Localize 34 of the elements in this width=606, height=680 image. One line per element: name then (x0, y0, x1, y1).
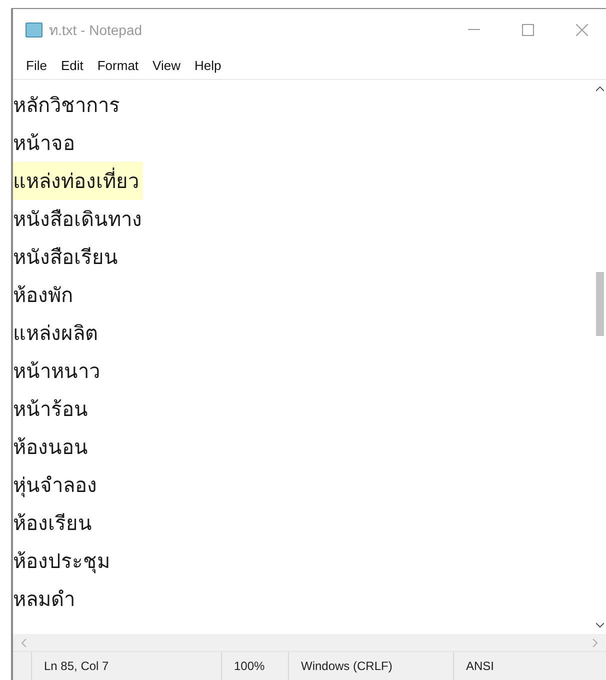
text-line: ห้องนอน (13, 434, 89, 461)
text-line: หุ่นจำลอง (13, 472, 98, 500)
menu-item[interactable]: Format (92, 56, 144, 74)
text-line: หลักวิชาการ (13, 92, 121, 119)
text-line: ห้องเรียน (13, 510, 93, 537)
scroll-down-icon[interactable] (596, 622, 604, 628)
close-icon[interactable] (576, 24, 588, 36)
scroll-left-icon[interactable] (21, 638, 27, 646)
scroll-up-icon[interactable] (596, 86, 604, 92)
text-line: แหล่งผลิต (13, 320, 99, 347)
maximize-icon[interactable] (522, 24, 534, 36)
text-line: หน้าหนาว (13, 358, 101, 385)
minimize-icon[interactable] (468, 29, 480, 31)
text-line: หน้าร้อน (13, 396, 89, 423)
status-text: Ln 85, Col 7 (31, 652, 221, 680)
text-line: หลมดำ (13, 586, 76, 613)
menu-item[interactable]: File (21, 56, 52, 74)
menu-item[interactable]: Edit (56, 56, 88, 74)
text-line: ห้องประชุม (13, 548, 111, 576)
menu-item[interactable]: View (148, 56, 186, 74)
menu-item[interactable]: Help (189, 56, 226, 74)
status-text: ANSI (453, 652, 543, 680)
window-title: ท.txt - Notepad (49, 21, 144, 40)
status-text: 100% (221, 652, 288, 680)
text-line: หนังสือเดินทาง (13, 206, 143, 233)
text-line: หนังสือเรียน (13, 244, 119, 271)
text-area[interactable]: หลักวิชาการ หน้าจอ แหล่งท่องเที่ยว หนังสือเดินทาง หนังสือเรียน ห้องพัก แหล่งผลิต หน้าหนาว หน้าร้อน ห้องนอน หุ่นจำลอง ห้องเรียน ห้องประชุม หลมดำ (13, 80, 593, 634)
scroll-right-icon[interactable] (592, 638, 598, 646)
text-line: ห้องพัก (13, 282, 74, 309)
horizontal-scrollbar[interactable] (13, 634, 606, 651)
scroll-thumb[interactable] (596, 272, 604, 336)
text-line: หน้าจอ (13, 130, 76, 157)
notepad-icon (25, 22, 43, 38)
status-text: Windows (CRLF) (288, 652, 453, 680)
